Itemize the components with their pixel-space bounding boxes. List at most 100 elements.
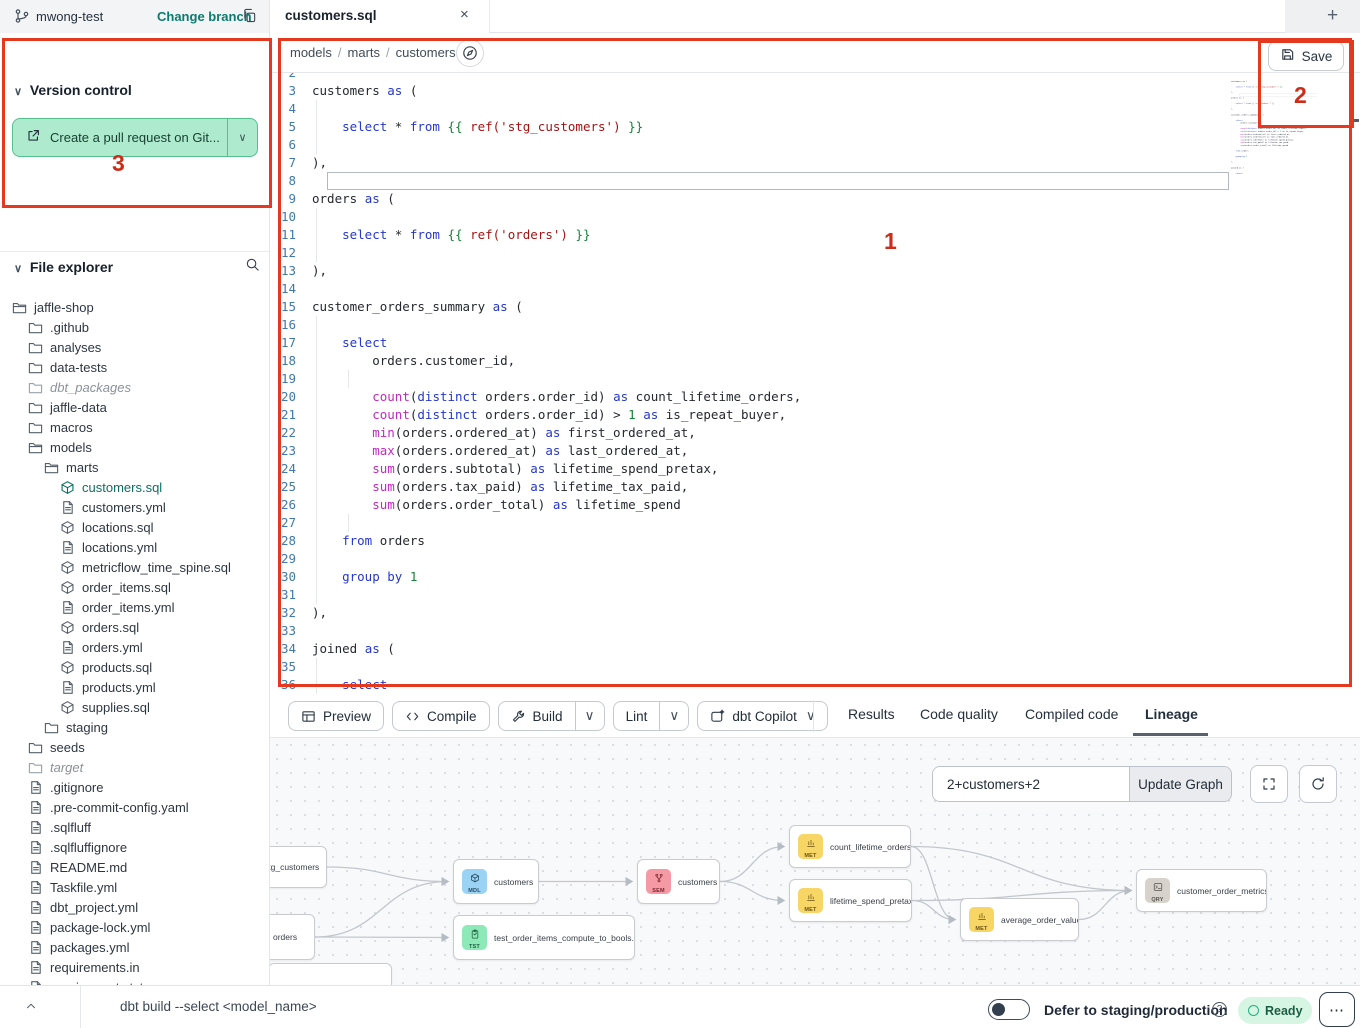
file-tree-item-customers-sql[interactable]: customers.sql [0,477,270,497]
file-tree-item-macros[interactable]: macros [0,417,270,437]
code-line-5[interactable]: 5 select * from {{ ref('stg_customers') … [270,118,1360,136]
file-tree-item-data-tests[interactable]: data-tests [0,357,270,377]
lineage-node-customer-order-metrics[interactable]: QRYcustomer_order_metrics [1136,869,1267,912]
file-tree-item--github[interactable]: .github [0,317,270,337]
code-line-29[interactable]: 29 [270,550,1360,568]
code-line-24[interactable]: 24 sum(orders.subtotal) as lifetime_spen… [270,460,1360,478]
file-tree-item--sqlfluff[interactable]: .sqlfluff [0,817,270,837]
lineage-node-test-order-items-compute-to-bools-[interactable]: TSTtest_order_items_compute_to_bools... [453,915,635,960]
file-tree-item-order-items-sql[interactable]: order_items.sql [0,577,270,597]
code-line-19[interactable]: 19 [270,370,1360,388]
code-editor[interactable]: 23customers as (45 select * from {{ ref(… [270,73,1360,695]
code-line-36[interactable]: select [1231,172,1317,175]
file-tree-item-requirements-in[interactable]: requirements.in [0,957,270,977]
file-tree-item-dbt-packages[interactable]: dbt_packages [0,377,270,397]
file-tree-item-packages-yml[interactable]: packages.yml [0,937,270,957]
split-dropdown-caret[interactable]: ∨ [575,702,604,730]
code-line-11[interactable]: 11 select * from {{ ref('orders') }} [270,226,1360,244]
file-tree-item-staging[interactable]: staging [0,717,270,737]
file-tree-item-analyses[interactable]: analyses [0,337,270,357]
dbt-copilot-button[interactable]: dbt Copilot∨ [697,701,827,731]
chevron-up-icon[interactable] [24,999,38,1018]
change-branch-link[interactable]: Change branch [157,9,252,24]
file-tree-item--gitignore[interactable]: .gitignore [0,777,270,797]
code-line-12[interactable]: 12 [270,244,1360,262]
code-line-15[interactable]: 15customer_orders_summary as ( [270,298,1360,316]
code-line-20[interactable]: 20 count(distinct orders.order_id) as co… [270,388,1360,406]
file-tree-item-products-sql[interactable]: products.sql [0,657,270,677]
file-tree-item-seeds[interactable]: seeds [0,737,270,757]
code-line-27[interactable]: 27 [270,514,1360,532]
code-line-34[interactable]: 34joined as ( [270,640,1360,658]
lineage-node-count-lifetime-orders[interactable]: METcount_lifetime_orders [789,825,911,868]
code-line-3[interactable]: 3customers as ( [270,82,1360,100]
lineage-node-part[interactable] [270,963,392,985]
tab-compiled-code[interactable]: Compiled code [1025,706,1118,722]
code-line-23[interactable]: 23 max(orders.ordered_at) as last_ordere… [270,442,1360,460]
file-tree-item-orders-sql[interactable]: orders.sql [0,617,270,637]
file-tree-item-orders-yml[interactable]: orders.yml [0,637,270,657]
breadcrumb-item[interactable]: models [290,45,332,60]
file-tree-item-jaffle-shop[interactable]: jaffle-shop [0,297,270,317]
scrollbar-marker[interactable] [1350,119,1359,122]
code-line-13[interactable]: 13), [270,262,1360,280]
file-tree-item-target[interactable]: target [0,757,270,777]
create-pull-request-button[interactable]: Create a pull request on Git... ∨ [12,118,258,157]
code-line-33[interactable]: 33 [270,622,1360,640]
file-tree-item-package-lock-yml[interactable]: package-lock.yml [0,917,270,937]
code-line-31[interactable]: 31 [270,586,1360,604]
file-tree-item-taskfile-yml[interactable]: Taskfile.yml [0,877,270,897]
code-line-22[interactable]: 22 min(orders.ordered_at) as first_order… [270,424,1360,442]
pr-dropdown-caret[interactable]: ∨ [227,119,257,156]
code-line-25[interactable]: 25 sum(orders.tax_paid) as lifetime_tax_… [270,478,1360,496]
save-button[interactable]: Save [1268,41,1344,71]
more-options-button[interactable]: ⋯ [1319,992,1355,1027]
code-line-10[interactable]: 10 [270,208,1360,226]
minimap[interactable]: customers as ( select * from {{ ref('stg… [1231,77,1317,199]
compile-button[interactable]: Compile [392,701,490,731]
file-tree-item-customers-yml[interactable]: customers.yml [0,497,270,517]
lineage-node-customers[interactable]: MDLcustomers [453,859,539,904]
file-tree-item-readme-md[interactable]: README.md [0,857,270,877]
file-tree-item--sqlfluffignore[interactable]: .sqlfluffignore [0,837,270,857]
file-tree-item-locations-sql[interactable]: locations.sql [0,517,270,537]
defer-toggle[interactable] [988,999,1030,1020]
file-explorer-header[interactable]: ∨ File explorer [14,259,113,275]
code-line-26[interactable]: 26 sum(orders.order_total) as lifetime_s… [270,496,1360,514]
copilot-compass-icon[interactable] [456,39,484,67]
breadcrumb-item[interactable]: marts [348,45,381,60]
code-line-28[interactable]: 28 from orders [270,532,1360,550]
code-line-14[interactable]: 14 [270,280,1360,298]
code-line-6[interactable]: 6 [270,136,1360,154]
code-line-32[interactable]: 32), [270,604,1360,622]
new-tab-button[interactable]: + [1327,5,1338,27]
file-tree-item-jaffle-data[interactable]: jaffle-data [0,397,270,417]
copy-icon[interactable] [242,8,257,28]
code-line-4[interactable]: 4 [270,100,1360,118]
file-tree-item-dbt-project-yml[interactable]: dbt_project.yml [0,897,270,917]
file-tree-item-models[interactable]: models [0,437,270,457]
code-line-35[interactable]: 35 [270,658,1360,676]
code-line-9[interactable]: 9orders as ( [270,190,1360,208]
help-icon[interactable]: ? [1212,1002,1227,1017]
lineage-node-lifetime-spend-pretax[interactable]: METlifetime_spend_pretax [789,879,912,922]
file-tree-item-metricflow-time-spine-sql[interactable]: metricflow_time_spine.sql [0,557,270,577]
code-line-36[interactable]: 36 select [270,676,1360,694]
lineage-node-stg-customers[interactable]: stg_customers [270,846,327,888]
lint-button[interactable]: Lint∨ [613,701,690,731]
code-line-16[interactable]: 16 [270,316,1360,334]
file-tree-item-locations-yml[interactable]: locations.yml [0,537,270,557]
lineage-node-average-order-value[interactable]: METaverage_order_value [960,898,1079,941]
tab-code-quality[interactable]: Code quality [920,706,998,722]
file-tree-item-order-items-yml[interactable]: order_items.yml [0,597,270,617]
code-line-7[interactable]: 7), [270,154,1360,172]
code-line-8[interactable]: 8 [270,172,1360,190]
update-graph-button[interactable]: Update Graph [1129,767,1231,801]
fullscreen-icon[interactable] [1250,765,1288,803]
tab-results[interactable]: Results [848,706,895,722]
version-control-header[interactable]: ∨ Version control [14,82,132,98]
code-line-17[interactable]: 17 select [270,334,1360,352]
file-tree-item-products-yml[interactable]: products.yml [0,677,270,697]
refresh-icon[interactable] [1299,765,1337,803]
file-tree-item--pre-commit-config-yaml[interactable]: .pre-commit-config.yaml [0,797,270,817]
